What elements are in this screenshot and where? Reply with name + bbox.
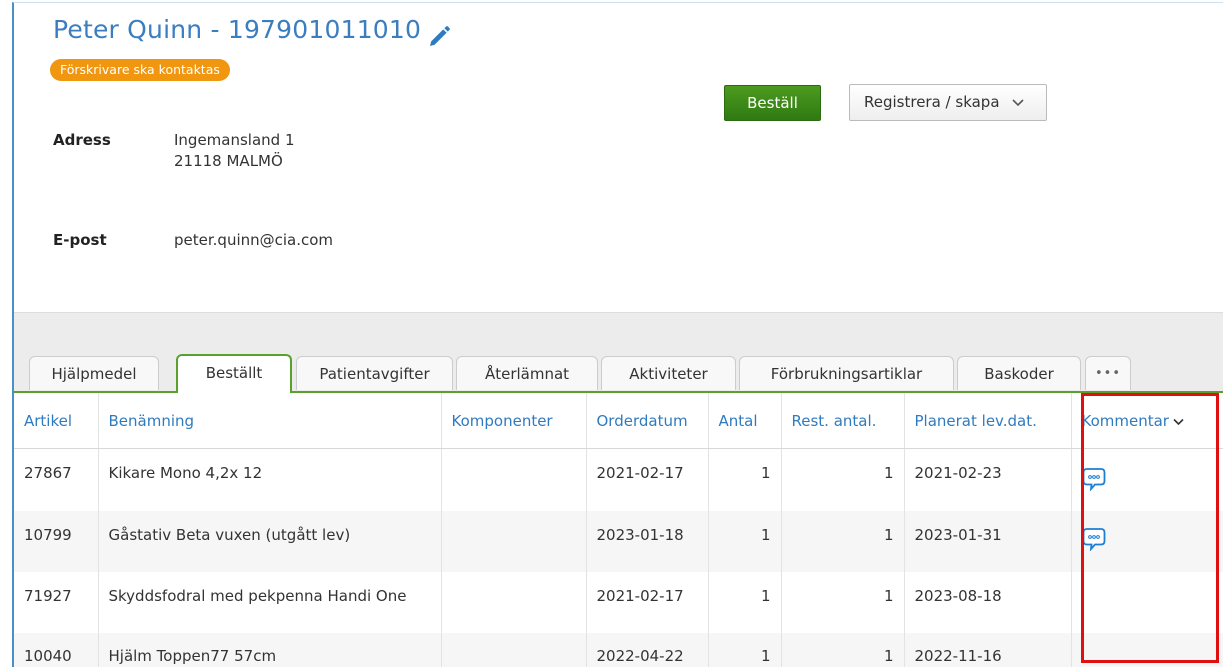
cell-benamning: Kikare Mono 4,2x 12: [97, 448, 441, 511]
cell-antal: 1: [707, 510, 781, 572]
cell-kommentar: [1070, 571, 1223, 633]
cell-orderdatum: 2021-02-17: [585, 571, 708, 633]
cell-kommentar: [1070, 448, 1223, 511]
cell-benamning: Hjälm Toppen77 57cm: [97, 632, 441, 667]
cell-benamning: Skyddsfodral med pekpenna Handi One: [97, 571, 441, 633]
table-row[interactable]: 27867 Kikare Mono 4,2x 12 2021-02-17 1 1…: [14, 448, 1223, 511]
address-label: Adress: [53, 131, 111, 149]
column-header-planerat-lev-dat[interactable]: Planerat lev.dat.: [903, 393, 1071, 449]
cell-rest-antal: 1: [780, 571, 904, 633]
column-header-kommentar[interactable]: Kommentar: [1070, 393, 1223, 449]
cell-rest-antal: 1: [780, 510, 904, 572]
comment-bubble-icon[interactable]: [1082, 527, 1106, 552]
pencil-icon[interactable]: [427, 25, 451, 49]
cell-kommentar: [1070, 510, 1223, 572]
cell-planerat: 2022-11-16: [903, 632, 1071, 667]
cell-artikel: 10799: [14, 510, 98, 572]
address-line-1: Ingemansland 1: [174, 131, 295, 149]
tab-bestallt[interactable]: Beställt: [176, 354, 292, 393]
table-row[interactable]: 10799 Gåstativ Beta vuxen (utgått lev) 2…: [14, 510, 1223, 572]
column-header-artikel[interactable]: Artikel: [14, 393, 98, 449]
cell-antal: 1: [707, 571, 781, 633]
table-row[interactable]: 71927 Skyddsfodral med pekpenna Handi On…: [14, 571, 1223, 633]
column-header-antal[interactable]: Antal: [707, 393, 781, 449]
tab-patientavgifter[interactable]: Patientavgifter: [296, 356, 453, 390]
cell-benamning: Gåstativ Beta vuxen (utgått lev): [97, 510, 441, 572]
cell-orderdatum: 2023-01-18: [585, 510, 708, 572]
address-value: Ingemansland 1 21118 MALMÖ: [174, 130, 295, 172]
column-header-kommentar-label: Kommentar: [1081, 411, 1169, 430]
cell-antal: 1: [707, 632, 781, 667]
cell-komponenter: [440, 448, 586, 511]
table-row[interactable]: 10040 Hjälm Toppen77 57cm 2022-04-22 1 1…: [14, 632, 1223, 667]
tab-baskoder[interactable]: Baskoder: [957, 356, 1081, 390]
order-button[interactable]: Beställ: [724, 85, 821, 121]
patient-title: Peter Quinn - 197901011010: [53, 15, 422, 44]
cell-komponenter: [440, 632, 586, 667]
cell-planerat: 2021-02-23: [903, 448, 1071, 511]
tab-aterlamnat[interactable]: Återlämnat: [456, 356, 598, 390]
column-header-orderdatum[interactable]: Orderdatum: [585, 393, 708, 449]
cell-artikel: 27867: [14, 448, 98, 511]
register-create-dropdown[interactable]: Registrera / skapa: [849, 84, 1047, 121]
chevron-down-icon: [1173, 416, 1184, 429]
address-line-2: 21118 MALMÖ: [174, 152, 283, 170]
tab-forbrukningsartiklar[interactable]: Förbrukningsartiklar: [739, 356, 954, 390]
table-header-row: Artikel Benämning Komponenter Orderdatum…: [14, 393, 1223, 449]
column-header-benamning[interactable]: Benämning: [97, 393, 441, 449]
chevron-down-icon: [1012, 86, 1024, 121]
column-header-rest-antal[interactable]: Rest. antal.: [780, 393, 904, 449]
patient-panel: Peter Quinn - 197901011010 Förskrivare s…: [12, 2, 1223, 667]
cell-komponenter: [440, 510, 586, 572]
cell-komponenter: [440, 571, 586, 633]
email-label: E-post: [53, 231, 107, 249]
register-create-label: Registrera / skapa: [864, 93, 1000, 111]
cell-rest-antal: 1: [780, 632, 904, 667]
ordered-items-table: Artikel Benämning Komponenter Orderdatum…: [14, 393, 1223, 667]
comment-bubble-icon[interactable]: [1082, 467, 1106, 492]
cell-kommentar: [1070, 632, 1223, 667]
tab-more-icon[interactable]: •••: [1085, 356, 1131, 390]
cell-artikel: 71927: [14, 571, 98, 633]
tab-aktiviteter[interactable]: Aktiviteter: [601, 356, 736, 390]
cell-orderdatum: 2021-02-17: [585, 448, 708, 511]
cell-planerat: 2023-01-31: [903, 510, 1071, 572]
cell-rest-antal: 1: [780, 448, 904, 511]
status-badge: Förskrivare ska kontaktas: [50, 59, 230, 81]
cell-orderdatum: 2022-04-22: [585, 632, 708, 667]
cell-planerat: 2023-08-18: [903, 571, 1071, 633]
tab-hjalpmedel[interactable]: Hjälpmedel: [29, 356, 159, 390]
column-header-komponenter[interactable]: Komponenter: [440, 393, 586, 449]
cell-artikel: 10040: [14, 632, 98, 667]
email-value: peter.quinn@cia.com: [174, 231, 334, 249]
cell-antal: 1: [707, 448, 781, 511]
